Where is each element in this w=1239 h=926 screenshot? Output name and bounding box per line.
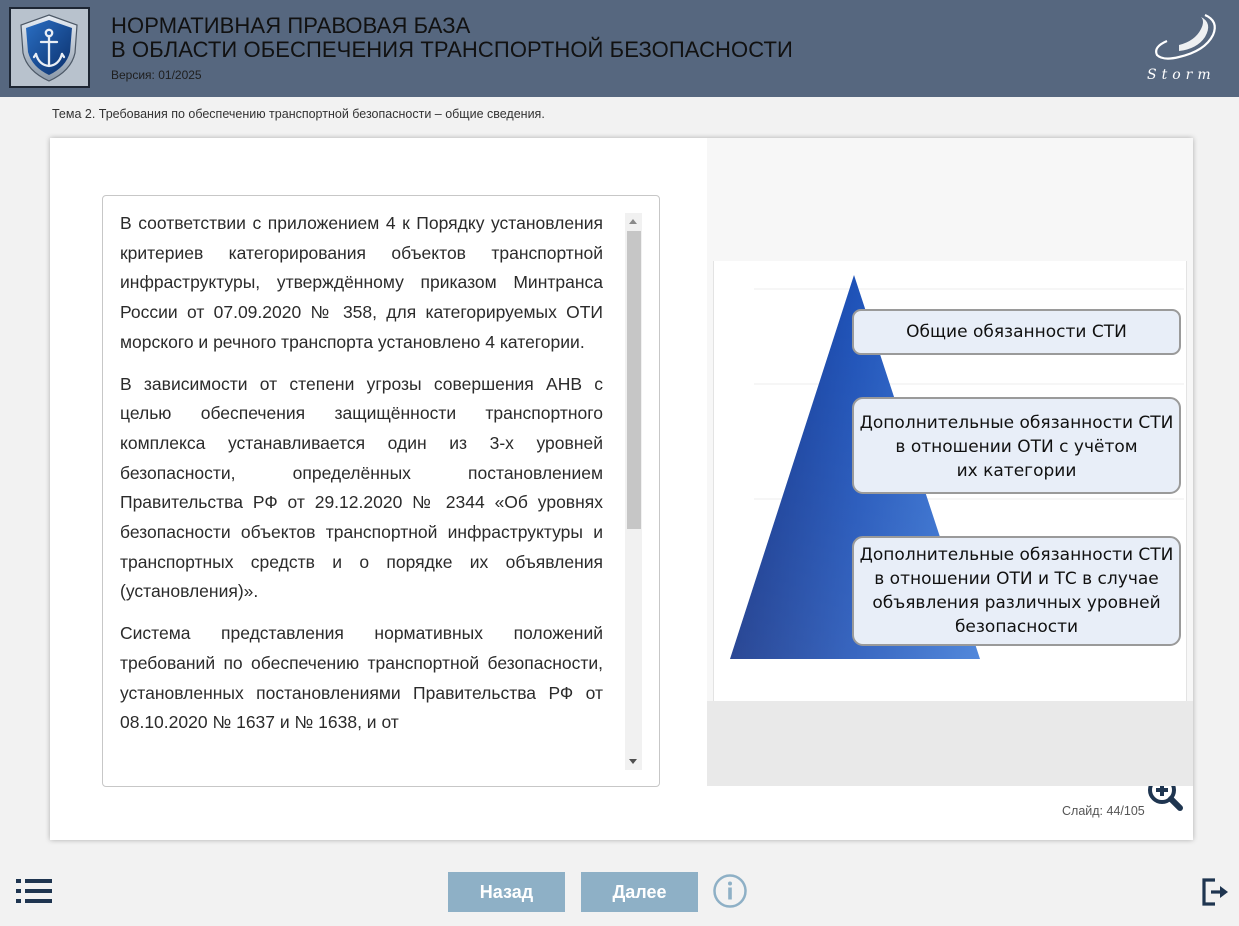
- slide-text: В соответствии с приложением 4 к Порядку…: [120, 209, 603, 750]
- menu-list-icon[interactable]: [16, 878, 54, 904]
- paragraph: В соответствии с приложением 4 к Порядку…: [120, 213, 603, 352]
- diagram-box-general: Общие обязанности СТИ: [906, 322, 1127, 342]
- app-title-line-1: НОРМАТИВНАЯ ПРАВОВАЯ БАЗА: [111, 13, 471, 38]
- diagram-text-line: Дополнительные обязанности СТИ: [859, 545, 1174, 565]
- scroll-up-icon[interactable]: [629, 219, 637, 224]
- diagram-text-line: их категории: [956, 461, 1077, 481]
- slide-counter: Слайд: 44/105: [1062, 804, 1145, 818]
- slide-card: В соответствии с приложением 4 к Порядку…: [50, 138, 1193, 840]
- illustration-footer: [707, 701, 1193, 786]
- app-title-line-2: В ОБЛАСТИ ОБЕСПЕЧЕНИЯ ТРАНСПОРТНОЙ БЕЗОП…: [111, 37, 793, 62]
- diagram-text-line: безопасности: [954, 617, 1079, 637]
- version-label: Версия: 01/2025: [111, 68, 202, 82]
- diagram-text-line: в отношении ОТИ и ТС в случае: [874, 569, 1159, 589]
- scroll-thumb[interactable]: [627, 231, 641, 529]
- next-button[interactable]: Далее: [581, 872, 698, 912]
- diagram-text-line: объявления различных уровней: [872, 593, 1161, 613]
- header: НОРМАТИВНАЯ ПРАВОВАЯ БАЗА В ОБЛАСТИ ОБЕС…: [0, 0, 1239, 97]
- exit-icon[interactable]: [1201, 877, 1229, 907]
- scrollbar[interactable]: [625, 213, 642, 770]
- diagram-box-security-levels: Дополнительные обязанности СТИ в отношен…: [853, 543, 1180, 639]
- text-scroll-area[interactable]: В соответствии с приложением 4 к Порядку…: [102, 195, 660, 787]
- svg-text:Storm: Storm: [1147, 67, 1216, 83]
- illustration-panel: Общие обязанности СТИ Дополнительные обя…: [707, 138, 1193, 811]
- pyramid-diagram: Общие обязанности СТИ Дополнительные обя…: [713, 261, 1187, 811]
- diagram-text-line: в отношении ОТИ с учётом: [895, 437, 1138, 457]
- scroll-down-icon[interactable]: [629, 759, 637, 764]
- paragraph: Система представления нормативных положе…: [120, 623, 603, 733]
- diagram-box-category: Дополнительные обязанности СТИ в отношен…: [853, 411, 1180, 483]
- anchor-shield-icon: [9, 7, 90, 88]
- paragraph: В зависимости от степени угрозы совершен…: [120, 373, 603, 602]
- info-icon[interactable]: [712, 873, 748, 909]
- diagram-text-line: Дополнительные обязанности СТИ: [859, 413, 1174, 433]
- storm-logo: Storm: [1143, 11, 1229, 85]
- back-button[interactable]: Назад: [448, 872, 565, 912]
- topic-title: Тема 2. Требования по обеспечению трансп…: [52, 107, 545, 121]
